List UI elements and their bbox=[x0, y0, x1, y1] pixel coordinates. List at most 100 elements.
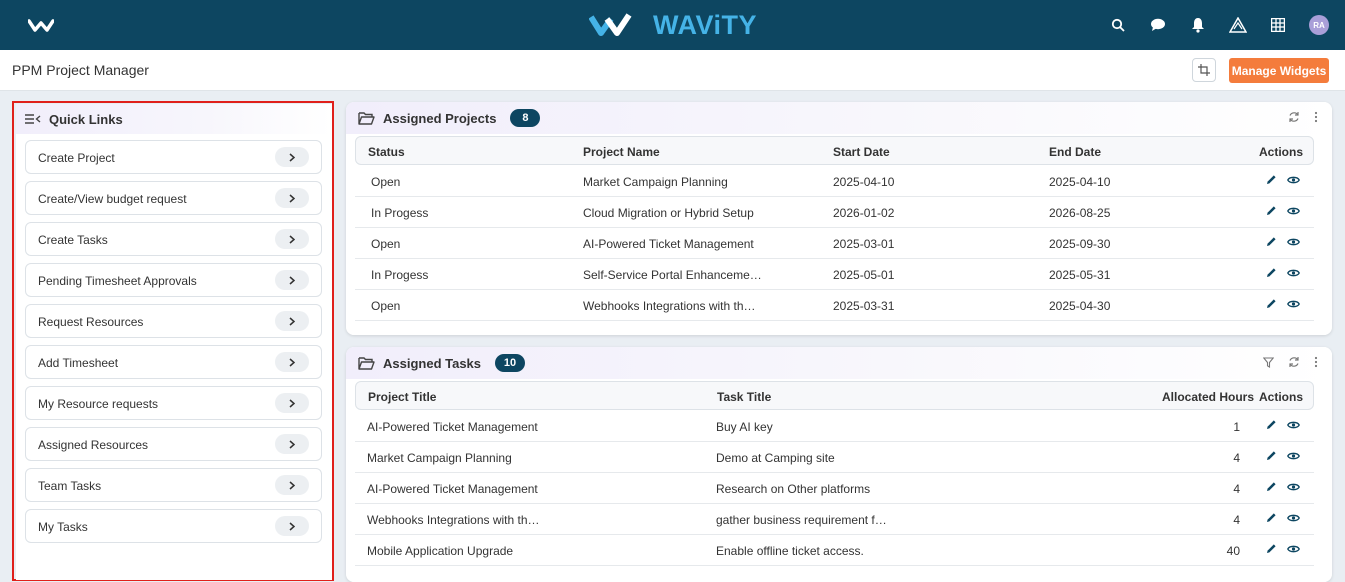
status-text: In Progess bbox=[371, 206, 429, 220]
chevron-right-icon[interactable] bbox=[275, 147, 309, 167]
chevron-right-icon[interactable] bbox=[275, 188, 309, 208]
column-header-task-title[interactable]: Task Title bbox=[717, 390, 771, 404]
edit-pencil-icon[interactable] bbox=[1266, 205, 1277, 216]
wavity-logo-icon[interactable] bbox=[28, 15, 54, 35]
bell-icon[interactable] bbox=[1189, 16, 1207, 34]
view-eye-icon[interactable] bbox=[1287, 237, 1300, 247]
alert-triangle-icon[interactable] bbox=[1229, 16, 1247, 34]
quick-link-team-tasks[interactable]: Team Tasks bbox=[25, 468, 322, 502]
edit-pencil-icon[interactable] bbox=[1266, 298, 1277, 309]
table-row[interactable]: Market Campaign Planning Demo at Camping… bbox=[355, 442, 1314, 473]
page-subheader: PPM Project Manager Manage Widgets bbox=[0, 50, 1345, 91]
view-eye-icon[interactable] bbox=[1287, 420, 1300, 430]
column-header-project-name[interactable]: Project Name bbox=[583, 145, 660, 159]
project-title: AI-Powered Ticket Management bbox=[367, 482, 538, 496]
refresh-icon[interactable] bbox=[1288, 111, 1300, 123]
edit-pencil-icon[interactable] bbox=[1266, 512, 1277, 523]
more-vertical-icon[interactable] bbox=[1314, 111, 1318, 123]
chevron-right-icon[interactable] bbox=[275, 270, 309, 290]
row-actions bbox=[1266, 419, 1300, 430]
view-eye-icon[interactable] bbox=[1287, 482, 1300, 492]
quick-link-request-resources[interactable]: Request Resources bbox=[25, 304, 322, 338]
chevron-right-icon[interactable] bbox=[275, 393, 309, 413]
allocated-hours: 4 bbox=[1233, 451, 1240, 465]
assigned-tasks-card: Assigned Tasks 10 Project Title Task Tit… bbox=[346, 347, 1332, 582]
allocated-hours: 1 bbox=[1233, 420, 1240, 434]
brand-name: WAViTY bbox=[653, 9, 758, 40]
quick-link-label: Pending Timesheet Approvals bbox=[38, 274, 197, 288]
view-eye-icon[interactable] bbox=[1287, 268, 1300, 278]
assigned-tasks-title: Assigned Tasks bbox=[383, 355, 482, 371]
start-date: 2026-01-02 bbox=[833, 206, 895, 220]
table-row[interactable]: Mobile Application Upgrade Enable offlin… bbox=[355, 535, 1314, 566]
refresh-icon[interactable] bbox=[1288, 356, 1300, 368]
status-text: Open bbox=[371, 237, 401, 251]
quick-link-my-tasks[interactable]: My Tasks bbox=[25, 509, 322, 543]
quick-link-label: Create/View budget request bbox=[38, 192, 187, 206]
quick-link-budget-request[interactable]: Create/View budget request bbox=[25, 181, 322, 215]
quick-link-create-project[interactable]: Create Project bbox=[25, 140, 322, 174]
search-icon[interactable] bbox=[1109, 16, 1127, 34]
edit-pencil-icon[interactable] bbox=[1266, 267, 1277, 278]
table-row[interactable]: AI-Powered Ticket Management Research on… bbox=[355, 473, 1314, 504]
filter-icon[interactable] bbox=[1263, 356, 1274, 368]
assigned-projects-card: Assigned Projects 8 Status Project Name … bbox=[346, 102, 1332, 335]
quick-link-add-timesheet[interactable]: Add Timesheet bbox=[25, 345, 322, 379]
end-date: 2026-08-25 bbox=[1049, 206, 1111, 220]
start-date: 2025-04-10 bbox=[833, 175, 895, 189]
edit-pencil-icon[interactable] bbox=[1266, 174, 1277, 185]
view-eye-icon[interactable] bbox=[1287, 206, 1300, 216]
row-actions bbox=[1266, 205, 1300, 216]
quick-link-my-resource-requests[interactable]: My Resource requests bbox=[25, 386, 322, 420]
table-row[interactable]: Open Market Campaign Planning 2025-04-10… bbox=[355, 166, 1314, 197]
column-header-end-date[interactable]: End Date bbox=[1049, 145, 1101, 159]
column-header-allocated-hours[interactable]: Allocated Hours bbox=[1162, 390, 1254, 404]
column-header-start-date[interactable]: Start Date bbox=[833, 145, 890, 159]
table-row[interactable]: Open AI-Powered Ticket Management 2025-0… bbox=[355, 228, 1314, 259]
column-header-actions: Actions bbox=[1258, 390, 1303, 404]
header-actions: RA bbox=[1109, 12, 1329, 38]
row-actions bbox=[1266, 236, 1300, 247]
chat-icon[interactable] bbox=[1149, 16, 1167, 34]
assigned-tasks-header: Assigned Tasks 10 bbox=[346, 347, 1332, 379]
chevron-right-icon[interactable] bbox=[275, 475, 309, 495]
table-row[interactable]: In Progess Self-Service Portal Enhanceme… bbox=[355, 259, 1314, 290]
allocated-hours: 4 bbox=[1233, 513, 1240, 527]
table-row[interactable]: Open Webhooks Integrations with th… 2025… bbox=[355, 290, 1314, 321]
chevron-right-icon[interactable] bbox=[275, 516, 309, 536]
more-vertical-icon[interactable] bbox=[1314, 356, 1318, 368]
task-title: Research on Other platforms bbox=[716, 482, 871, 496]
view-eye-icon[interactable] bbox=[1287, 299, 1300, 309]
quick-link-assigned-resources[interactable]: Assigned Resources bbox=[25, 427, 322, 461]
edit-pencil-icon[interactable] bbox=[1266, 419, 1277, 430]
edit-pencil-icon[interactable] bbox=[1266, 481, 1277, 492]
table-row[interactable]: In Progess Cloud Migration or Hybrid Set… bbox=[355, 197, 1314, 228]
manage-widgets-button[interactable]: Manage Widgets bbox=[1229, 58, 1329, 83]
chevron-right-icon[interactable] bbox=[275, 434, 309, 454]
user-avatar[interactable]: RA bbox=[1309, 15, 1329, 35]
edit-pencil-icon[interactable] bbox=[1266, 236, 1277, 247]
table-row[interactable]: Webhooks Integrations with th… gather bu… bbox=[355, 504, 1314, 535]
start-date: 2025-05-01 bbox=[833, 268, 895, 282]
quick-link-label: Create Tasks bbox=[38, 233, 108, 247]
edit-pencil-icon[interactable] bbox=[1266, 543, 1277, 554]
view-eye-icon[interactable] bbox=[1287, 451, 1300, 461]
quick-link-create-tasks[interactable]: Create Tasks bbox=[25, 222, 322, 256]
chevron-right-icon[interactable] bbox=[275, 352, 309, 372]
grid-icon[interactable] bbox=[1269, 16, 1287, 34]
column-header-status[interactable]: Status bbox=[368, 145, 405, 159]
edit-pencil-icon[interactable] bbox=[1266, 450, 1277, 461]
crop-button[interactable] bbox=[1192, 58, 1216, 82]
column-header-project-title[interactable]: Project Title bbox=[368, 390, 436, 404]
scroll-fade bbox=[346, 321, 1332, 335]
row-actions bbox=[1266, 512, 1300, 523]
view-eye-icon[interactable] bbox=[1287, 513, 1300, 523]
menu-collapse-icon[interactable] bbox=[25, 113, 41, 125]
view-eye-icon[interactable] bbox=[1287, 544, 1300, 554]
view-eye-icon[interactable] bbox=[1287, 175, 1300, 185]
chevron-right-icon[interactable] bbox=[275, 229, 309, 249]
table-row[interactable]: AI-Powered Ticket Management Buy AI key … bbox=[355, 411, 1314, 442]
quick-link-label: My Tasks bbox=[38, 520, 88, 534]
chevron-right-icon[interactable] bbox=[275, 311, 309, 331]
quick-link-pending-timesheet-approvals[interactable]: Pending Timesheet Approvals bbox=[25, 263, 322, 297]
